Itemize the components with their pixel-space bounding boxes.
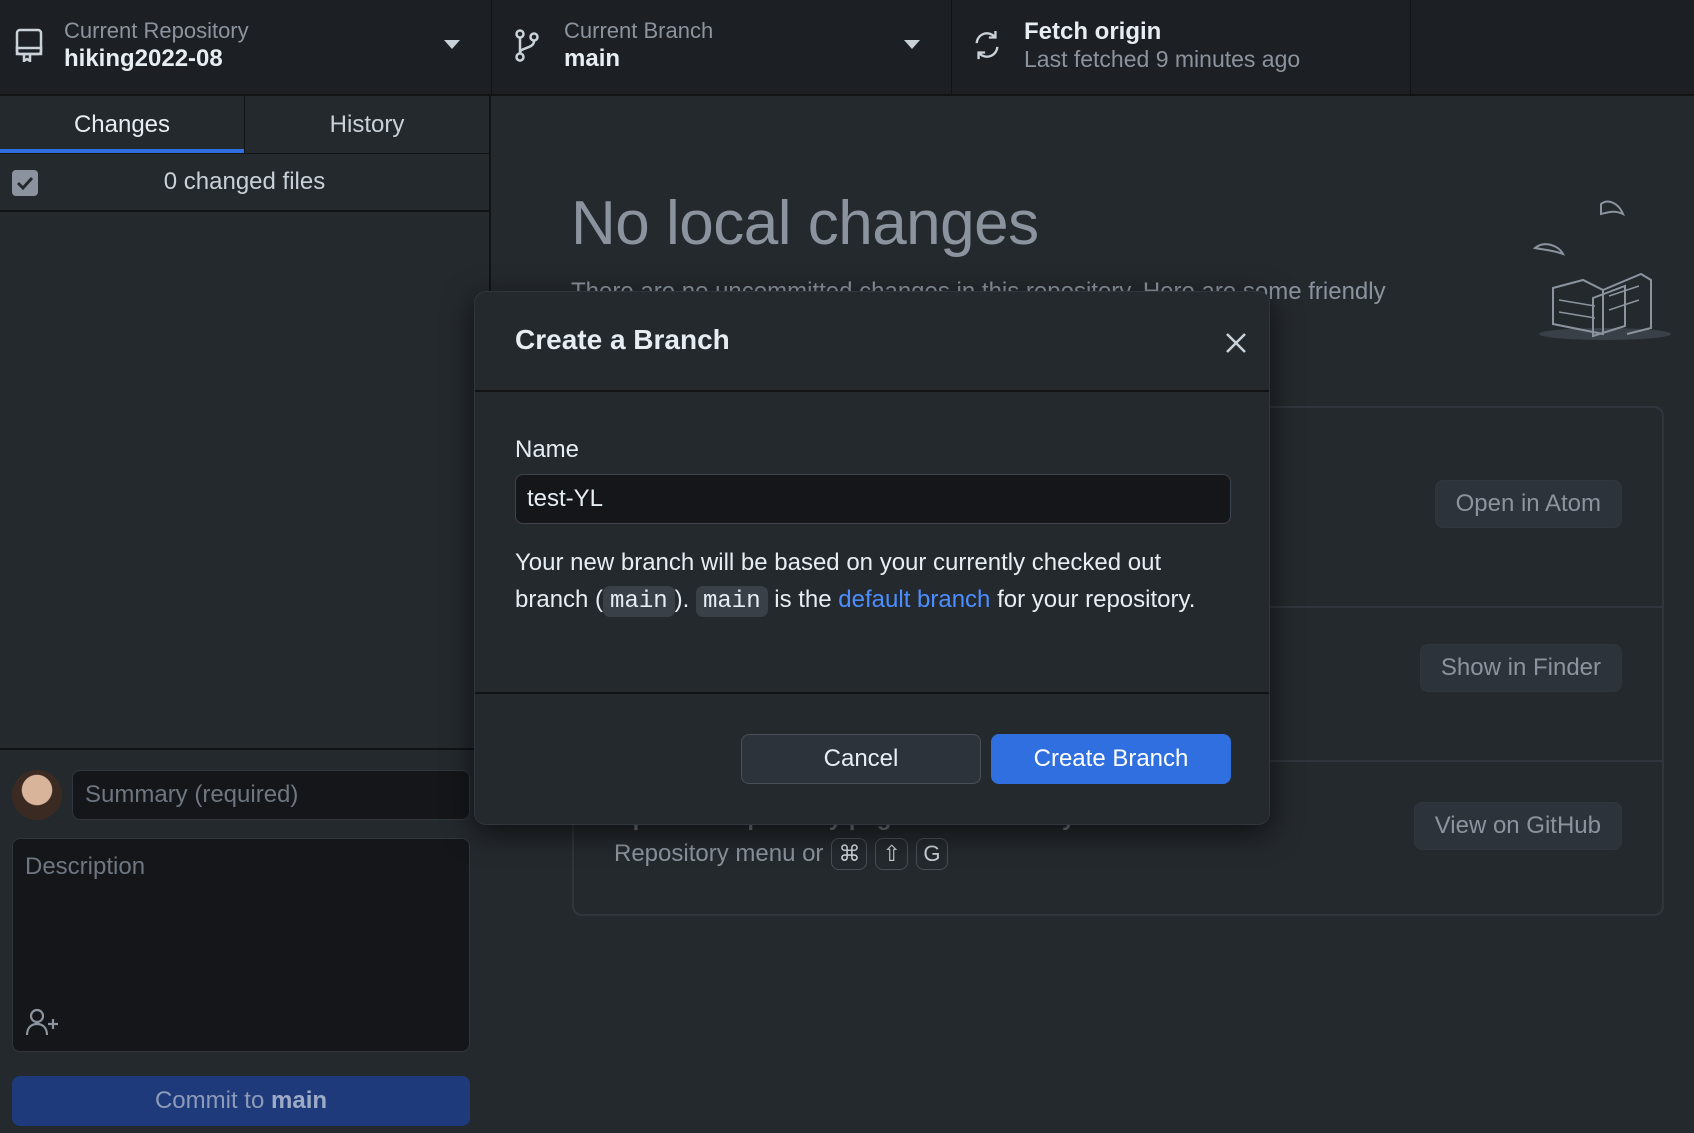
current-branch-dropdown[interactable]: Current Branch main	[492, 0, 952, 96]
commit-form: Summary (required) Description Commit to…	[0, 748, 491, 1133]
sidebar: Changes History 0 changed files Summary …	[0, 96, 491, 1133]
g-key: G	[915, 838, 948, 870]
empty-state-illustration	[1533, 200, 1671, 340]
avatar	[12, 770, 62, 820]
commit-button[interactable]: Commit to main	[12, 1076, 470, 1126]
default-branch-link[interactable]: default branch	[838, 586, 990, 613]
desc-part3: is the	[767, 586, 839, 613]
summary-input[interactable]: Summary (required)	[72, 770, 470, 820]
command-key: ⌘	[831, 838, 868, 870]
repository-label: Current Repository	[64, 18, 249, 43]
cancel-button[interactable]: Cancel	[741, 734, 981, 784]
branch-name: main	[564, 45, 621, 72]
desc-part2: ).	[674, 586, 696, 613]
dialog-footer: Cancel Create Branch	[475, 692, 1269, 824]
page-title: No local changes	[571, 189, 1039, 258]
toolbar: Current Repository hiking2022-08 Current…	[0, 0, 1694, 96]
create-branch-dialog: Create a Branch Name test-YL Your new br…	[474, 291, 1270, 825]
description-field[interactable]: Description	[12, 838, 470, 1052]
fetch-origin-label: Fetch origin	[1024, 18, 1162, 45]
current-repository-dropdown[interactable]: Current Repository hiking2022-08	[0, 0, 492, 96]
create-branch-button[interactable]: Create Branch	[991, 734, 1231, 784]
dialog-description: Your new branch will be based on your cu…	[515, 544, 1215, 620]
github-desktop-window: Current Repository hiking2022-08 Current…	[0, 0, 1694, 1133]
description-placeholder: Description	[25, 853, 146, 880]
commit-prefix: Commit to	[154, 1087, 265, 1114]
last-fetched-text: Last fetched 9 minutes ago	[1024, 46, 1301, 72]
sidebar-tabs: Changes History	[0, 96, 489, 154]
desc-part4: for your repository.	[990, 586, 1196, 613]
tab-changes[interactable]: Changes	[0, 96, 245, 153]
view-on-github-button[interactable]: View on GitHub	[1413, 802, 1622, 850]
fetch-origin-button[interactable]: Fetch origin Last fetched 9 minutes ago	[952, 0, 1411, 96]
branch-label: Current Branch	[564, 18, 714, 43]
code-default-branch: main	[695, 586, 768, 617]
repository-name: hiking2022-08	[64, 45, 223, 72]
code-current-branch: main	[603, 586, 675, 617]
git-branch-icon	[515, 29, 539, 62]
branch-name-label: Name	[515, 436, 580, 463]
chevron-down-icon	[444, 40, 460, 49]
close-icon[interactable]	[1223, 330, 1249, 356]
tab-history[interactable]: History	[245, 96, 489, 153]
add-coauthor-icon[interactable]	[25, 1007, 63, 1037]
dialog-title: Create a Branch	[515, 324, 730, 355]
changed-files-header: 0 changed files	[0, 154, 489, 212]
changed-files-count: 0 changed files	[163, 168, 326, 195]
sync-icon	[975, 30, 999, 60]
commit-branch: main	[271, 1087, 328, 1114]
show-in-finder-button[interactable]: Show in Finder	[1419, 644, 1622, 692]
repo-icon	[15, 28, 43, 62]
shift-key: ⇧	[875, 838, 908, 870]
open-in-atom-button[interactable]: Open in Atom	[1434, 480, 1622, 528]
chevron-down-icon	[904, 40, 920, 49]
action-description: Repository menu or ⌘ ⇧ G	[614, 838, 948, 870]
branch-name-input[interactable]: test-YL	[515, 474, 1231, 524]
action-desc-prefix: Repository menu or	[614, 840, 824, 867]
dialog-header: Create a Branch	[475, 292, 1269, 392]
